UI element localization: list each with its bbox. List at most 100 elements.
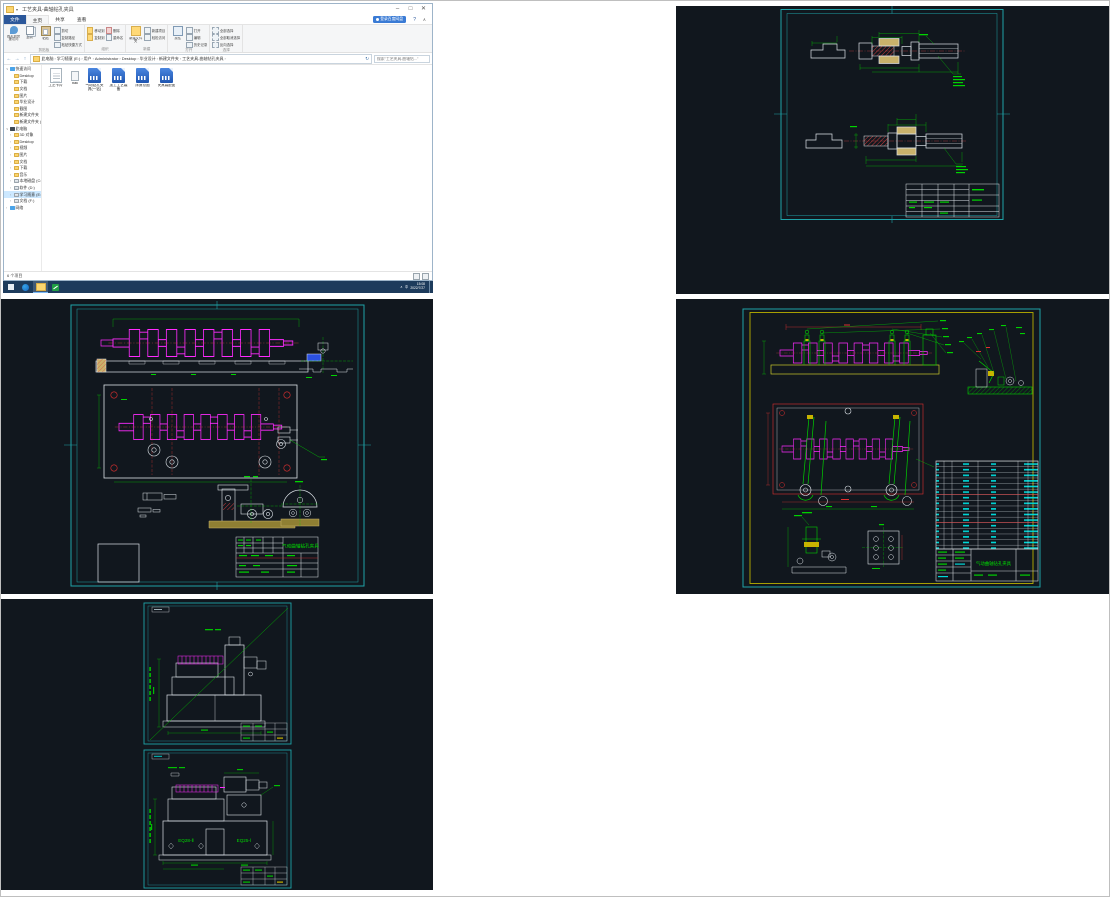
copy-path-button[interactable]: 复制路径 [54, 34, 82, 41]
sidebar-item[interactable]: › 3D 对象 [4, 132, 41, 139]
start-button[interactable] [4, 281, 18, 293]
breadcrumb-segment[interactable]: Administrator › [95, 56, 122, 61]
file-item[interactable]: 工艺卡片 [45, 68, 66, 88]
sidebar-item[interactable]: › 音乐 [4, 172, 41, 179]
caret-icon[interactable]: › [10, 186, 13, 190]
netdisk-login-button[interactable]: 登录百度网盘 [373, 16, 406, 23]
caret-icon[interactable]: › [10, 146, 13, 150]
search-input[interactable] [374, 55, 430, 63]
sidebar-section-this-pc[interactable]: ∨ 此电脑 [4, 125, 41, 132]
tab-home[interactable]: 主页 [26, 15, 50, 24]
cut-button[interactable]: 剪切 [54, 27, 82, 34]
maximize-button[interactable]: □ [404, 4, 417, 15]
sidebar-section-quick-access[interactable]: ∨ 快速访问 [4, 66, 41, 73]
caret-icon[interactable]: › [10, 153, 13, 157]
details-view-icon[interactable] [413, 273, 420, 280]
move-to-button[interactable]: 移动到 [87, 27, 105, 34]
sidebar-item[interactable]: Desktop [4, 73, 41, 80]
help-icon[interactable]: ? [413, 17, 416, 23]
caret-icon[interactable]: › [10, 140, 13, 144]
input-method-indicator[interactable]: 中 [405, 285, 409, 290]
file-item[interactable]: 夹具装配图 [156, 68, 177, 88]
sidebar-item[interactable]: › 文档 [4, 158, 41, 165]
caret-icon[interactable]: ∨ [6, 127, 9, 131]
ribbon-tabs: 文件 主页 共享 查看 登录百度网盘 ? ∧ [4, 15, 432, 25]
quick-access-dropdown-icon[interactable]: ▾ [16, 7, 18, 12]
sidebar-item[interactable]: › 本地磁盘 (C:) [4, 178, 41, 185]
easy-access-button[interactable]: 轻松访问 [144, 34, 165, 41]
item-icon [14, 146, 19, 150]
breadcrumb[interactable]: 此电脑 › 学习随意 (E:) › 用户 › Administrato [30, 54, 372, 64]
select-none-button[interactable]: 全部取消选择 [212, 34, 240, 41]
file-item[interactable]: 床身总图 [132, 68, 153, 88]
breadcrumb-segment[interactable]: 新建文件夹 › [159, 56, 182, 62]
sidebar-item[interactable]: 新建文件夹 [4, 112, 41, 119]
tab-view[interactable]: 查看 [71, 15, 93, 24]
thumbnails-view-icon[interactable] [422, 273, 429, 280]
caret-icon[interactable]: › [10, 179, 13, 183]
tab-file[interactable]: 文件 [4, 15, 26, 24]
taskbar-app-explorer[interactable] [33, 281, 48, 293]
caret-icon[interactable]: › [10, 160, 13, 164]
refresh-icon[interactable]: ↻ [365, 56, 369, 62]
rename-button[interactable]: 重命名 [106, 34, 124, 41]
sheet-1 [144, 603, 291, 744]
pin-to-quick-access-button[interactable]: 固定到快速访问 [6, 26, 21, 42]
machine-label-1: EQ28-Ⅱ [178, 838, 194, 843]
up-icon[interactable]: ↑ [22, 56, 28, 62]
close-button[interactable]: ✕ [417, 4, 430, 15]
file-item[interactable]: bak [69, 68, 81, 86]
sidebar-item[interactable]: › 文档 (F:) [4, 198, 41, 205]
caret-icon[interactable]: › [10, 133, 13, 137]
sidebar-item[interactable]: 下载 [4, 79, 41, 86]
breadcrumb-segment[interactable]: 用户 › [84, 56, 95, 62]
edit-button[interactable]: 编辑 [186, 34, 207, 41]
caret-icon[interactable]: › [10, 166, 13, 170]
breadcrumb-separator-icon: › [225, 57, 226, 61]
breadcrumb-segment[interactable]: Desktop › [122, 56, 140, 61]
sidebar-item[interactable]: › 视频 [4, 145, 41, 152]
sidebar-section-network[interactable]: › 网络 [4, 204, 41, 211]
caret-icon[interactable]: › [6, 206, 9, 210]
file-item[interactable]: 气动钻孔夹具(一钻) [84, 68, 105, 92]
caret-icon[interactable]: › [10, 193, 13, 197]
delete-button[interactable]: 删除 [106, 27, 124, 34]
taskbar-clock[interactable]: 15:08 2022/7/27 [410, 283, 427, 291]
open-button[interactable]: 打开 [186, 27, 207, 34]
sidebar-item[interactable]: 文档 [4, 86, 41, 93]
sidebar-item[interactable]: › 软件 (D:) [4, 185, 41, 192]
sidebar-item[interactable]: 毕业设计 [4, 99, 41, 106]
caret-icon[interactable]: › [10, 199, 13, 203]
sidebar-item[interactable]: 新建文件夹 (2) [4, 119, 41, 126]
taskbar-app-edge[interactable] [18, 281, 33, 293]
sidebar-item[interactable]: 截图 [4, 106, 41, 113]
tab-share[interactable]: 共享 [49, 15, 71, 24]
new-folder-button[interactable]: 新建文件夹 [128, 26, 143, 44]
collapse-ribbon-icon[interactable]: ∧ [423, 17, 426, 23]
caret-icon[interactable]: › [10, 173, 13, 177]
select-all-button[interactable]: 全部选择 [212, 27, 240, 34]
sidebar-item[interactable]: › 学习随意 (E:) [4, 191, 41, 198]
tray-expand-icon[interactable]: ∧ [400, 285, 403, 289]
breadcrumb-label: Desktop [122, 56, 137, 61]
sidebar-item[interactable]: › 下载 [4, 165, 41, 172]
sidebar-item[interactable]: › Desktop [4, 139, 41, 146]
new-item-button[interactable]: 新建项目 [144, 27, 165, 34]
breadcrumb-segment[interactable]: 此电脑 › [42, 56, 57, 62]
breadcrumb-segment[interactable]: 学习随意 (E:) › [57, 56, 84, 62]
forward-icon[interactable]: → [14, 56, 20, 62]
minimize-button[interactable]: – [391, 4, 404, 15]
show-desktop-button[interactable] [429, 281, 432, 293]
breadcrumb-segment[interactable]: 工艺夹具-曲轴钻孔夹具 › [182, 56, 227, 62]
copy-button[interactable]: 复制 [22, 26, 37, 39]
properties-button[interactable]: 属性 [170, 26, 185, 40]
paste-button[interactable]: 粘贴 [38, 26, 53, 40]
breadcrumb-segment[interactable]: 毕业设计 › [140, 56, 159, 62]
copy-to-button[interactable]: 复制到 [87, 34, 105, 41]
sidebar-item[interactable]: 图片 [4, 92, 41, 99]
sidebar-item[interactable]: › 图片 [4, 152, 41, 159]
caret-icon[interactable]: ∨ [6, 67, 9, 71]
back-icon[interactable]: ← [6, 56, 12, 62]
taskbar-app-cad[interactable] [48, 281, 63, 293]
file-item[interactable]: 加工工艺装备 [108, 68, 129, 92]
